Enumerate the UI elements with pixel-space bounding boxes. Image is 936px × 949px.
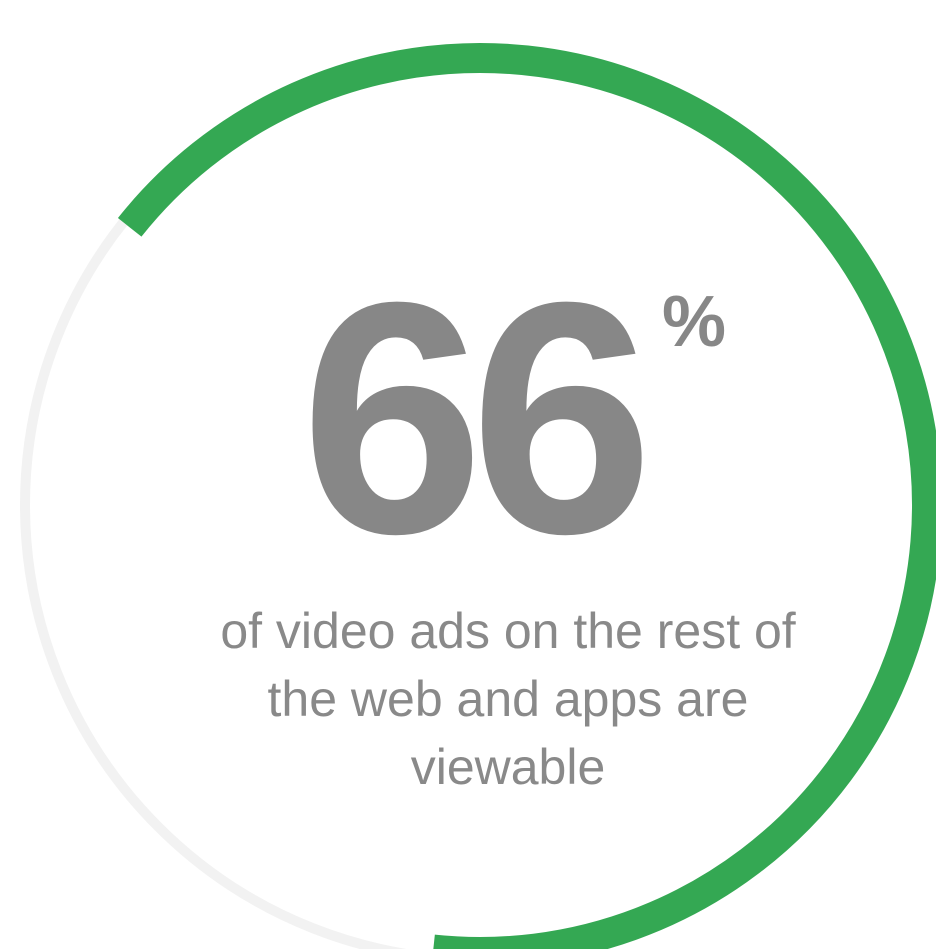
caption-line: the web and apps are bbox=[267, 671, 749, 727]
caption-line: viewable bbox=[410, 739, 606, 795]
stat-value: 66 bbox=[300, 233, 653, 602]
stat-unit-percent: % bbox=[662, 282, 727, 362]
stat-caption: of video ads on the rest of the web and … bbox=[170, 597, 846, 801]
stat-card: 66 % of video ads on the rest of the web… bbox=[0, 0, 936, 949]
caption-line: of video ads on the rest of bbox=[220, 603, 796, 659]
